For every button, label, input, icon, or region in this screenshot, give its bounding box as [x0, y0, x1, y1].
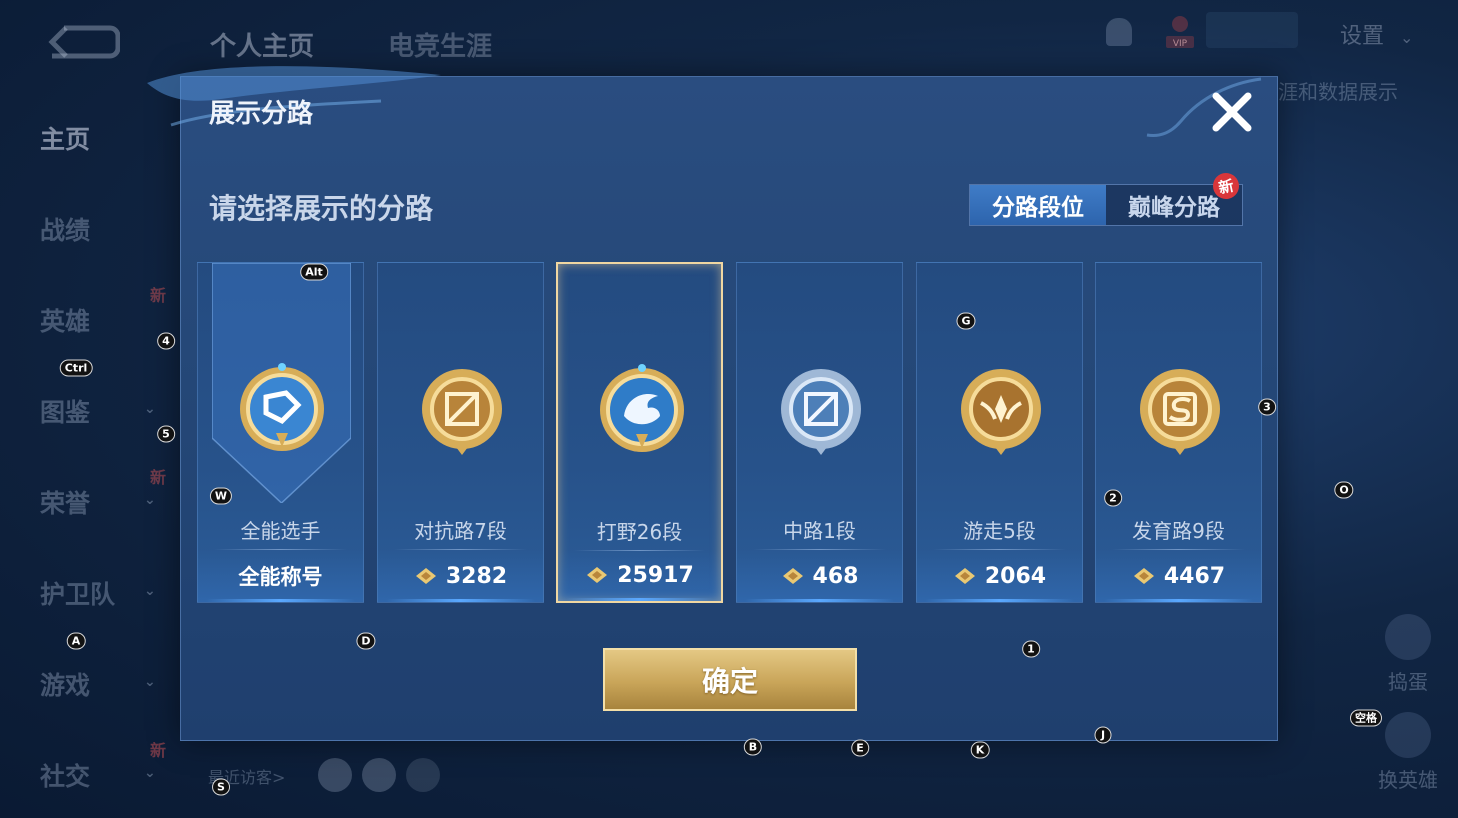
close-icon[interactable]: [1207, 87, 1257, 137]
key-hint-d: D: [356, 632, 376, 650]
roam-emblem-icon: [961, 369, 1041, 455]
key-hint-w: W: [209, 487, 233, 505]
peak-points-icon: [587, 567, 608, 583]
allround-emblem-icon: [240, 363, 324, 451]
lane-card-mid[interactable]: 中路1段 468: [736, 262, 903, 603]
key-hint-ctrl: Ctrl: [59, 359, 93, 377]
lane-points: 468: [812, 563, 859, 589]
sidebar-item-collection[interactable]: 图鉴 ⌄: [40, 393, 160, 429]
lane-name: 发育路9段: [1132, 519, 1225, 543]
key-hint-4: 4: [157, 332, 175, 350]
new-tag: 新: [150, 468, 167, 487]
career-data-text: 涯和数据展示: [1278, 80, 1398, 104]
mid-lane-emblem-icon: [781, 369, 861, 455]
peak-points-icon: [954, 568, 975, 584]
chevron-down-icon: ⌄: [144, 765, 156, 781]
lane-name: 游走5段: [963, 519, 1036, 543]
sidebar-item-honor[interactable]: 荣誉 ⌄: [40, 484, 160, 520]
lane-display-dialog: 展示分路 请选择展示的分路 分路段位 巅峰分路 新 全能选手 全能称号 对抗路7…: [147, 66, 1278, 741]
key-hint-s: S: [212, 778, 230, 796]
avatar[interactable]: [362, 758, 396, 792]
sidebar-item-records[interactable]: 战绩: [40, 211, 160, 247]
back-arrow-icon[interactable]: [46, 22, 120, 62]
key-hint-5: 5: [157, 425, 175, 443]
key-hint-alt: Alt: [300, 263, 328, 281]
tab-lane-rank[interactable]: 分路段位: [970, 185, 1106, 225]
avatar[interactable]: [406, 758, 440, 792]
lane-name: 对抗路7段: [414, 519, 507, 543]
jungle-dragon-emblem-icon: [600, 364, 684, 452]
key-hint-g: G: [956, 312, 976, 330]
tab-esports-career[interactable]: 电竞生涯: [388, 26, 492, 63]
new-tag: 新: [150, 741, 167, 760]
peak-points-icon: [782, 568, 803, 584]
chevron-down-icon: ⌄: [144, 492, 156, 508]
svg-text:VIP: VIP: [1173, 39, 1188, 49]
new-tag: 新: [150, 286, 167, 305]
dialog-title: 展示分路: [209, 99, 314, 129]
vip-icon[interactable]: VIP: [1160, 14, 1200, 50]
player-info-box: [1206, 12, 1298, 48]
hero-icon: [1385, 712, 1431, 758]
sidebar-item-heroes[interactable]: 英雄: [40, 302, 160, 338]
dialog-subtitle: 请选择展示的分路: [209, 192, 434, 225]
card-title-value: 全能称号: [238, 565, 323, 589]
lane-points: 4467: [1163, 563, 1226, 589]
sidebar-item-games[interactable]: 游戏 ⌄: [40, 666, 160, 702]
tease-button[interactable]: 捣蛋: [1368, 614, 1448, 695]
sidebar-item-home[interactable]: 主页: [40, 120, 160, 156]
key-hint-2: 2: [1104, 489, 1122, 507]
lane-cards: 全能选手 全能称号 对抗路7段 3282 打野26段 25917 中路1段 46…: [197, 262, 1263, 605]
key-hint-3: 3: [1258, 398, 1276, 416]
lane-card-farm[interactable]: 发育路9段 4467: [1095, 262, 1262, 603]
sidebar-item-social[interactable]: 社交 ⌄: [40, 757, 160, 793]
key-hint-e: E: [851, 739, 869, 757]
chevron-down-icon: ⌄: [144, 401, 156, 417]
avatar[interactable]: [318, 758, 352, 792]
farm-lane-emblem-icon: [1140, 369, 1220, 455]
lane-name: 打野26段: [596, 520, 683, 544]
key-hint-1: 1: [1022, 640, 1040, 658]
lane-card-roam[interactable]: 游走5段 2064: [916, 262, 1083, 603]
confirm-button[interactable]: 确定: [603, 648, 857, 711]
chevron-down-icon: ⌄: [144, 674, 156, 690]
key-hint-o: O: [1334, 481, 1354, 499]
lane-card-clash[interactable]: 对抗路7段 3282: [377, 262, 544, 603]
clash-lane-emblem-icon: [422, 369, 502, 455]
sidebar-item-guard-team[interactable]: 护卫队 ⌄: [40, 575, 160, 611]
tease-icon: [1385, 614, 1431, 660]
lane-card-jungle[interactable]: 打野26段 25917: [556, 262, 723, 603]
peak-points-icon: [415, 568, 436, 584]
switch-hero-button[interactable]: 换英雄: [1368, 712, 1448, 793]
key-hint-a: A: [66, 632, 86, 650]
settings-button[interactable]: 设置 ⌄: [1340, 18, 1413, 50]
lane-points: 3282: [445, 563, 508, 589]
lane-mode-toggle: 分路段位 巅峰分路: [969, 184, 1243, 226]
key-hint-j: J: [1094, 726, 1112, 744]
lane-name: 中路1段: [783, 519, 856, 543]
peak-points-icon: [1133, 568, 1154, 584]
bell-icon[interactable]: [1106, 18, 1132, 46]
key-hint-space: 空格: [1350, 709, 1382, 727]
lane-name: 全能选手: [240, 519, 321, 543]
lane-points: 2064: [984, 563, 1047, 589]
tab-personal-home[interactable]: 个人主页: [210, 26, 314, 63]
chevron-down-icon: ⌄: [1400, 28, 1414, 47]
lane-card-allround[interactable]: 全能选手 全能称号: [197, 262, 364, 603]
chevron-down-icon: ⌄: [144, 583, 156, 599]
key-hint-k: K: [970, 741, 990, 759]
lane-points: 25917: [617, 562, 694, 588]
